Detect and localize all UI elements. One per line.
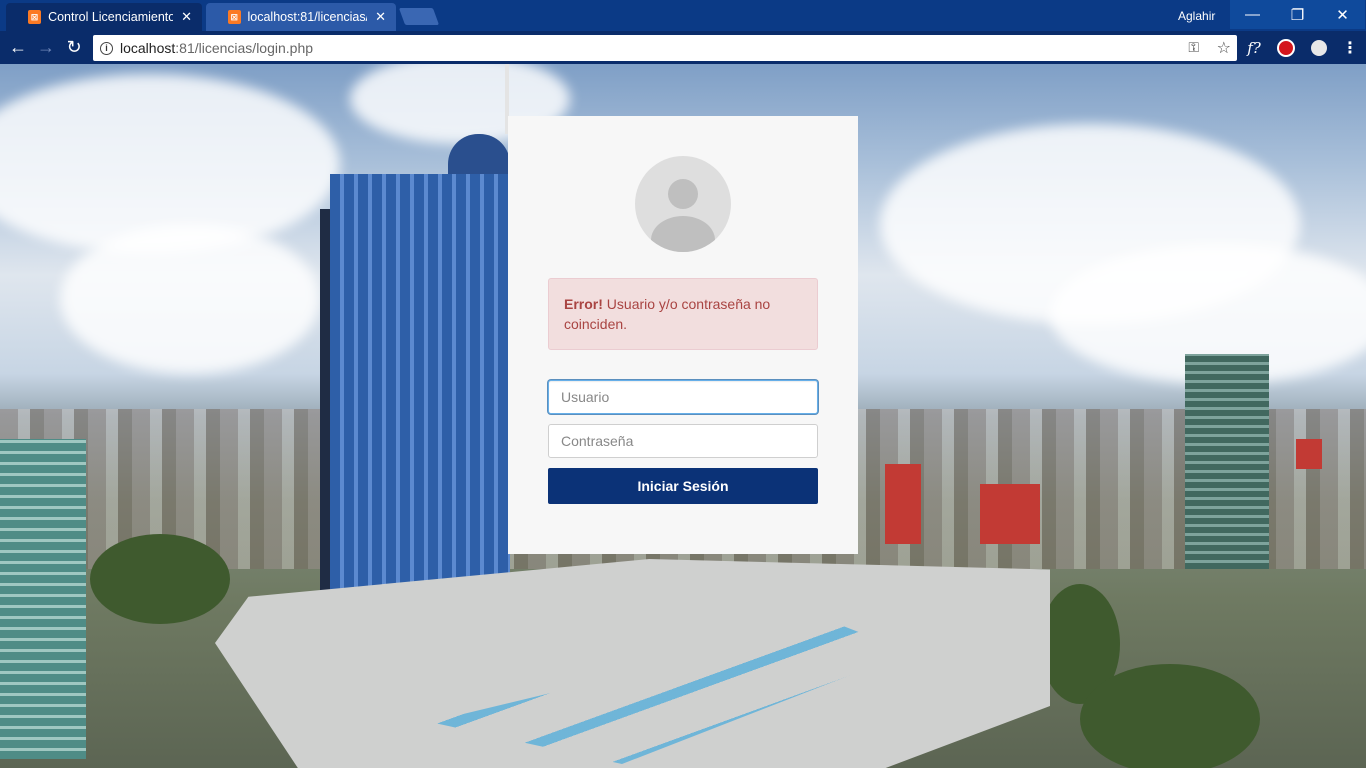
minimize-button[interactable]: — [1230, 0, 1275, 29]
tab-localhost-users[interactable]: ⊠ localhost:81/licencias/use ✕ [206, 3, 396, 31]
username-input[interactable] [548, 380, 818, 414]
star-icon[interactable]: ☆ [1217, 38, 1231, 58]
avatar-head [668, 179, 698, 209]
tab-control-licenciamiento[interactable]: ⊠ Control Licenciamiento | L ✕ [6, 3, 202, 31]
tab-title: localhost:81/licencias/use [247, 10, 368, 24]
back-button[interactable]: ← [4, 31, 32, 64]
password-input[interactable] [548, 424, 818, 458]
address-url[interactable]: localhost:81/licencias/login.php [120, 40, 313, 56]
browser-menu-icon[interactable]: ⋮ [1340, 31, 1360, 64]
trees [90, 534, 230, 624]
drive-extension-icon[interactable] [1308, 31, 1330, 64]
url-host: localhost [120, 40, 176, 56]
error-title: Error! [564, 296, 603, 312]
cloud [60, 224, 320, 374]
xampp-icon: ⊠ [228, 10, 241, 24]
opera-extension-icon[interactable] [1276, 31, 1296, 64]
building [0, 439, 86, 759]
xampp-icon: ⊠ [28, 10, 42, 24]
profile-name[interactable]: Aglahir [1178, 0, 1215, 31]
info-icon[interactable]: i [100, 41, 113, 55]
user-avatar-icon [635, 156, 731, 252]
reload-button[interactable]: ↻ [60, 31, 88, 64]
key-icon[interactable]: ⚿ [1188, 39, 1199, 56]
forward-button[interactable]: → [32, 31, 60, 64]
login-button[interactable]: Iniciar Sesión [548, 468, 818, 504]
tab-title: Control Licenciamiento | L [48, 10, 174, 24]
avatar-body [651, 216, 715, 252]
close-icon[interactable]: ✕ [375, 9, 386, 25]
url-path: :81/licencias/login.php [175, 40, 314, 56]
trees [1080, 664, 1260, 768]
error-alert: Error! Usuario y/o contraseña no coincid… [548, 278, 818, 350]
building [1185, 354, 1269, 569]
formula-extension-icon[interactable]: f? [1243, 31, 1265, 64]
new-tab-button[interactable] [398, 8, 440, 25]
building [885, 464, 921, 544]
login-card: Error! Usuario y/o contraseña no coincid… [508, 116, 858, 554]
building [1296, 439, 1322, 469]
maximize-button[interactable]: ❐ [1275, 0, 1320, 29]
building [980, 484, 1040, 544]
address-bar[interactable]: i localhost:81/licencias/login.php ⚿ ☆ [93, 35, 1237, 61]
close-icon[interactable]: ✕ [181, 9, 192, 25]
browser-titlebar: ⊠ Control Licenciamiento | L ✕ ⊠ localho… [0, 0, 1366, 31]
close-window-button[interactable]: ✕ [1320, 0, 1365, 29]
